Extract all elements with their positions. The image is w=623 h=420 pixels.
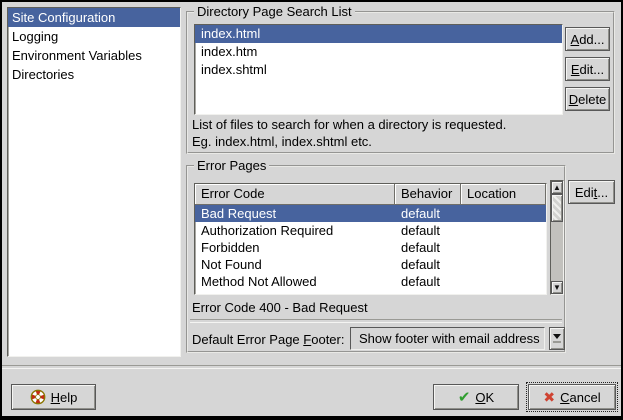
list-item[interactable]: index.htm <box>195 43 562 61</box>
table-row[interactable]: Authorization Required default <box>195 222 546 239</box>
error-code-status: Error Code 400 - Bad Request <box>192 300 368 315</box>
default-footer-select[interactable]: Show footer with email address <box>350 327 545 350</box>
frame-title: Error Pages <box>194 158 269 173</box>
ok-button[interactable]: ✔ OK <box>433 384 519 410</box>
sidebar-item-label: Site Configuration <box>12 10 115 25</box>
scroll-up-button[interactable]: ▲ <box>551 181 563 194</box>
list-item[interactable]: index.html <box>195 25 562 43</box>
table-row[interactable]: Forbidden default <box>195 239 546 256</box>
edit-button[interactable]: Edit... <box>565 57 610 81</box>
category-list: Site Configuration Logging Environment V… <box>7 7 181 357</box>
sidebar-item-label: Environment Variables <box>12 48 142 63</box>
table-header-row: Error Code Behavior Location <box>195 184 546 205</box>
scrollbar-thumb[interactable] <box>551 194 563 222</box>
default-footer-dropdown-button[interactable] <box>549 327 565 350</box>
arrow-down-icon: ▼ <box>553 283 561 292</box>
column-header-behavior[interactable]: Behavior <box>395 184 461 205</box>
error-edit-button[interactable]: Edit... <box>568 180 615 204</box>
action-bar-separator <box>2 365 621 369</box>
cancel-button[interactable]: ✖ Cancel <box>528 384 616 410</box>
list-item-label: index.shtml <box>201 62 267 77</box>
help-button[interactable]: Help <box>11 384 96 410</box>
chevron-down-icon <box>553 334 561 339</box>
table-row[interactable]: Not Found default <box>195 256 546 273</box>
directory-list-description: List of files to search for when a direc… <box>192 116 592 150</box>
x-icon: ✖ <box>543 389 555 406</box>
help-lifebuoy-icon <box>30 389 46 405</box>
default-footer-label: Default Error Page Footer: <box>192 332 344 347</box>
sidebar-item-environment-variables[interactable]: Environment Variables <box>8 46 180 65</box>
sidebar-item-label: Directories <box>12 67 74 82</box>
frame-title: Directory Page Search List <box>194 4 355 19</box>
directory-page-list: index.html index.htm index.shtml <box>194 24 563 115</box>
add-button[interactable]: Add... <box>565 27 610 51</box>
table-scrollbar[interactable]: ▲ ▼ <box>550 180 564 295</box>
check-icon: ✔ <box>458 388 471 406</box>
scroll-down-button[interactable]: ▼ <box>551 281 563 294</box>
delete-button[interactable]: Delete <box>565 87 610 111</box>
sidebar-item-site-configuration[interactable]: Site Configuration <box>8 8 180 27</box>
sidebar-item-logging[interactable]: Logging <box>8 27 180 46</box>
frame-separator <box>190 319 562 323</box>
error-pages-table: Error Code Behavior Location Bad Request… <box>194 183 547 295</box>
table-row[interactable]: Bad Request default <box>195 205 546 222</box>
sidebar-item-label: Logging <box>12 29 58 44</box>
column-header-error-code[interactable]: Error Code <box>195 184 395 205</box>
chevron-down-icon <box>553 341 561 343</box>
table-row[interactable]: Method Not Allowed default <box>195 273 546 290</box>
httpd-configuration-dialog: Site Configuration Logging Environment V… <box>0 0 623 420</box>
column-header-location[interactable]: Location <box>461 184 546 205</box>
list-item-label: index.htm <box>201 44 257 59</box>
selected-option-label: Show footer with email address <box>359 331 540 346</box>
arrow-up-icon: ▲ <box>553 183 561 192</box>
sidebar-item-directories[interactable]: Directories <box>8 65 180 84</box>
list-item[interactable]: index.shtml <box>195 61 562 79</box>
list-item-label: index.html <box>201 26 260 41</box>
